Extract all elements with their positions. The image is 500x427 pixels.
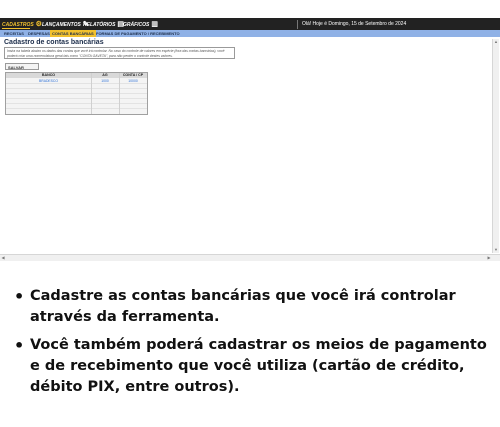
menu-graficos[interactable]: GRÁFICOS ▥ [123, 20, 158, 29]
menu-label: CADASTROS [2, 21, 34, 28]
horizontal-scrollbar[interactable]: ◀ ▶ [0, 254, 500, 261]
bullet-list: • Cadastre as contas bancárias que você … [14, 286, 490, 405]
bullet-text: Você também poderá cadastrar os meios de… [30, 337, 487, 395]
cell-banco[interactable]: BRADESCO [6, 79, 91, 83]
subnav-formas-pagamento[interactable]: FORMAS DE PAGAMENTO / RECEBIMENTO [94, 30, 182, 37]
app-window: CADASTROS ⚙ LANÇAMENTOS ✎ RELATÓRIOS ▤ GRÁF… [0, 18, 500, 261]
scroll-right-icon[interactable]: ▶ [486, 255, 492, 261]
table-header: BANCO AG CONTA / CP [6, 73, 147, 78]
instructions-box: Insira na tabela abaixo os dados das con… [4, 47, 235, 59]
bullet-text: Cadastre as contas bancárias que você ir… [30, 288, 456, 325]
subnav-despesas[interactable]: DESPESAS [26, 30, 52, 37]
scroll-down-icon[interactable]: ▼ [493, 247, 499, 253]
menu-label: RELATÓRIOS [83, 21, 116, 28]
bar-chart-icon: ▥ [151, 21, 159, 28]
gear-icon: ⚙ [35, 21, 42, 28]
divider [297, 20, 298, 29]
menu-label: LANÇAMENTOS [42, 21, 81, 28]
column-divider [91, 73, 92, 114]
column-header-conta: CONTA / CP [122, 73, 144, 77]
page-title: Cadastro de contas bancárias [4, 39, 104, 46]
bank-accounts-table: BANCO AG CONTA / CP BRADESCO 1000 10000 [5, 72, 148, 115]
top-menu-bar: CADASTROS ⚙ LANÇAMENTOS ✎ RELATÓRIOS ▤ GRÁF… [0, 18, 500, 30]
scroll-left-icon[interactable]: ◀ [0, 255, 6, 261]
menu-relatorios[interactable]: RELATÓRIOS ▤ [83, 20, 124, 29]
cell-conta[interactable]: 10000 [119, 79, 147, 83]
subnav-contas-bancarias[interactable]: CONTAS BANCÁRIAS [50, 30, 96, 37]
bullet-dot: • [14, 287, 25, 306]
menu-label: GRÁFICOS [123, 21, 150, 28]
bullet-dot: • [14, 336, 25, 355]
subnav-receitas[interactable]: RECEITAS [2, 30, 26, 37]
menu-lancamentos[interactable]: LANÇAMENTOS ✎ [42, 20, 89, 29]
vertical-scrollbar[interactable]: ▲ ▼ [492, 39, 499, 253]
active-menu-underline [2, 28, 30, 29]
list-item: • Você também poderá cadastrar os meios … [14, 335, 490, 398]
column-divider [119, 73, 120, 114]
column-header-banco: BANCO [41, 73, 56, 77]
sub-navigation: RECEITAS DESPESAS CONTAS BANCÁRIAS FORMA… [0, 30, 500, 37]
column-header-ag: AG [102, 73, 108, 77]
cell-ag[interactable]: 1000 [91, 79, 119, 83]
list-item: • Cadastre as contas bancárias que você … [14, 286, 490, 328]
save-button[interactable]: SALVAR [5, 63, 39, 70]
greeting-date: Olá! Hoje é Domingo, 15 de Setembro de 2… [302, 21, 407, 27]
table-row[interactable] [6, 104, 147, 109]
scroll-up-icon[interactable]: ▲ [493, 39, 499, 45]
main-content: Cadastro de contas bancárias Insira na t… [4, 39, 491, 250]
